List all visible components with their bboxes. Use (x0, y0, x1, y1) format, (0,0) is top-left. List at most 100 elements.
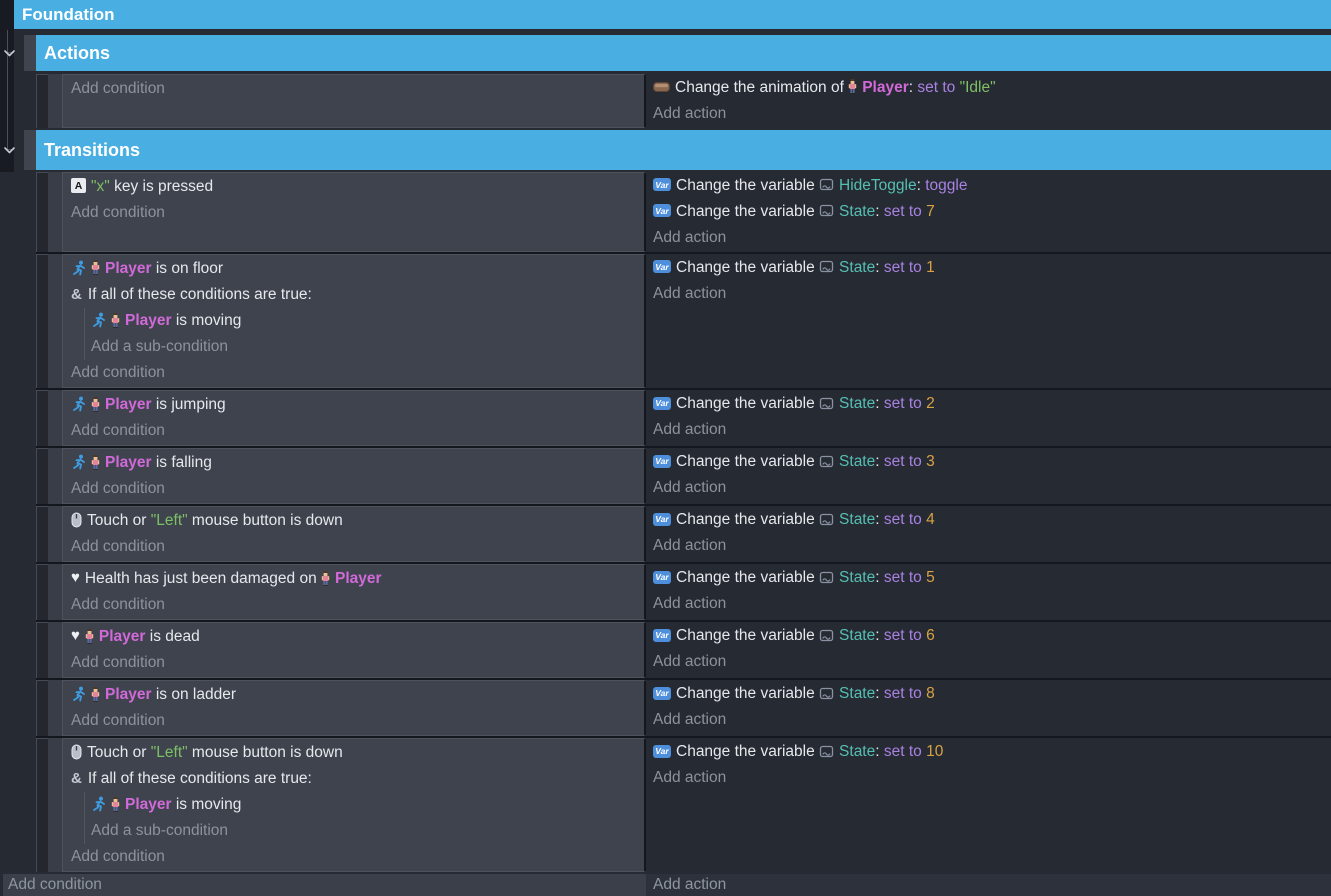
add-condition-button[interactable]: Add condition (71, 534, 644, 560)
text-txt: mouse button is down (188, 744, 343, 761)
action-line[interactable]: VarChange the variable State: set to 3 (653, 449, 1331, 475)
text-num: 3 (926, 453, 935, 470)
text-txt: Change the variable (676, 177, 819, 194)
sub-conditions-block: Player is movingAdd a sub-condition (84, 308, 644, 360)
add-condition-button[interactable]: Add condition (71, 708, 644, 734)
varstruct-icon (819, 513, 834, 526)
group-title: Foundation (22, 5, 115, 25)
add-action-button[interactable]: Add action (653, 225, 1331, 251)
action-line[interactable]: VarChange the variable State: set to 4 (653, 507, 1331, 533)
text-txt: Change the variable (676, 395, 819, 412)
and-icon: & (71, 282, 82, 308)
add-condition-button[interactable]: Add condition (71, 418, 644, 444)
action-line[interactable]: VarChange the variable HideToggle: toggl… (653, 173, 1331, 199)
text-txt: Change the variable (676, 259, 819, 276)
chevron-down-icon[interactable] (3, 48, 15, 58)
player-icon (91, 455, 100, 470)
add-condition-button[interactable]: Add condition (71, 476, 644, 502)
add-action-button[interactable]: Add action (653, 417, 1331, 443)
text-txt: Touch or (87, 512, 151, 529)
group-header-transitions[interactable]: Transitions (36, 130, 1331, 170)
group-row-actions: Actions (24, 35, 1331, 71)
chevron-down-icon[interactable] (3, 145, 15, 155)
condition-line[interactable]: Player is jumping (71, 392, 644, 418)
add-condition-button[interactable]: Add condition (71, 76, 644, 102)
add-condition-button[interactable]: Add condition (71, 844, 644, 870)
condition-line[interactable]: Touch or "Left" mouse button is down (71, 740, 644, 766)
condition-line[interactable]: Player is moving (91, 308, 644, 334)
condition-line[interactable]: Player is moving (91, 792, 644, 818)
add-event-row: Add condition Add action (3, 874, 1331, 896)
event-gutter (36, 74, 48, 128)
text-op: set to (917, 79, 959, 96)
conditions-cell: Touch or "Left" mouse button is downAdd … (62, 506, 646, 562)
event-gutter-inner (48, 172, 62, 252)
actions-cell: VarChange the variable State: set to 4Ad… (646, 506, 1331, 562)
condition-line[interactable]: Touch or "Left" mouse button is down (71, 508, 644, 534)
group-header-foundation[interactable]: Foundation (13, 0, 1331, 29)
add-condition-button[interactable]: Add condition (3, 874, 646, 896)
add-action-button[interactable]: Add action (653, 649, 1331, 675)
player-icon (111, 313, 120, 328)
animation-icon (653, 81, 670, 92)
add-action-button[interactable]: Add action (653, 101, 1331, 127)
add-sub-condition-button[interactable]: Add a sub-condition (91, 818, 644, 844)
action-line[interactable]: VarChange the variable State: set to 6 (653, 623, 1331, 649)
mouse-icon (71, 744, 82, 760)
condition-line[interactable]: ♥Health has just been damaged on Player (71, 566, 644, 592)
add-condition-button[interactable]: Add condition (71, 200, 644, 226)
group-indent-block (24, 35, 36, 71)
event-gutter-inner (48, 448, 62, 504)
action-line[interactable]: VarChange the variable State: set to 1 (653, 255, 1331, 281)
text-txt: is moving (172, 796, 242, 813)
action-line[interactable]: Change the animation of Player: set to "… (653, 75, 1331, 101)
text-var: State (839, 685, 875, 702)
add-sub-condition-button[interactable]: Add a sub-condition (91, 334, 644, 360)
condition-line[interactable]: Player is on floor (71, 256, 644, 282)
conditions-cell: Touch or "Left" mouse button is down&If … (62, 738, 646, 872)
text-num: 10 (926, 743, 943, 760)
variable-icon: Var (653, 178, 671, 191)
text-txt: : (875, 203, 884, 220)
add-condition-button[interactable]: Add condition (71, 360, 644, 386)
event-gutter-inner (48, 390, 62, 446)
conditions-cell: A"x" key is pressedAdd condition (62, 172, 646, 252)
text-obj: Player (125, 312, 172, 329)
add-condition-button[interactable]: Add condition (71, 650, 644, 676)
group-header-actions[interactable]: Actions (36, 35, 1331, 71)
text-txt: : (875, 511, 884, 528)
add-action-button[interactable]: Add action (653, 707, 1331, 733)
condition-line[interactable]: Player is on ladder (71, 682, 644, 708)
condition-line[interactable]: ♥Player is dead (71, 624, 644, 650)
action-line[interactable]: VarChange the variable State: set to 5 (653, 565, 1331, 591)
conditions-cell: Player is jumpingAdd condition (62, 390, 646, 446)
platformer-icon (91, 312, 106, 328)
condition-line[interactable]: A"x" key is pressed (71, 174, 644, 200)
add-condition-button[interactable]: Add condition (71, 592, 644, 618)
condition-line[interactable]: &If all of these conditions are true: (71, 766, 644, 792)
conditions-cell: Player is on floor&If all of these condi… (62, 254, 646, 388)
add-action-button[interactable]: Add action (653, 765, 1331, 791)
condition-line[interactable]: Player is falling (71, 450, 644, 476)
actions-events: Add condition Change the animation of Pla… (36, 74, 1331, 128)
variable-icon: Var (653, 571, 671, 584)
action-line[interactable]: VarChange the variable State: set to 2 (653, 391, 1331, 417)
player-icon (111, 797, 120, 812)
action-line[interactable]: VarChange the variable State: set to 7 (653, 199, 1331, 225)
add-action-button[interactable]: Add action (646, 874, 1331, 896)
action-line[interactable]: VarChange the variable State: set to 10 (653, 739, 1331, 765)
add-action-button[interactable]: Add action (653, 591, 1331, 617)
add-action-button[interactable]: Add action (653, 533, 1331, 559)
keyboard-icon: A (71, 178, 86, 193)
and-icon: & (71, 766, 82, 792)
text-num: 5 (926, 569, 935, 586)
event-row: Player is jumpingAdd condition VarChange … (36, 390, 1331, 446)
condition-line[interactable]: &If all of these conditions are true: (71, 282, 644, 308)
add-action-button[interactable]: Add action (653, 281, 1331, 307)
text-txt: is on floor (152, 260, 224, 277)
text-num: 2 (926, 395, 935, 412)
heart-icon: ♥ (71, 565, 80, 591)
event-gutter-inner (48, 564, 62, 620)
action-line[interactable]: VarChange the variable State: set to 8 (653, 681, 1331, 707)
add-action-button[interactable]: Add action (653, 475, 1331, 501)
